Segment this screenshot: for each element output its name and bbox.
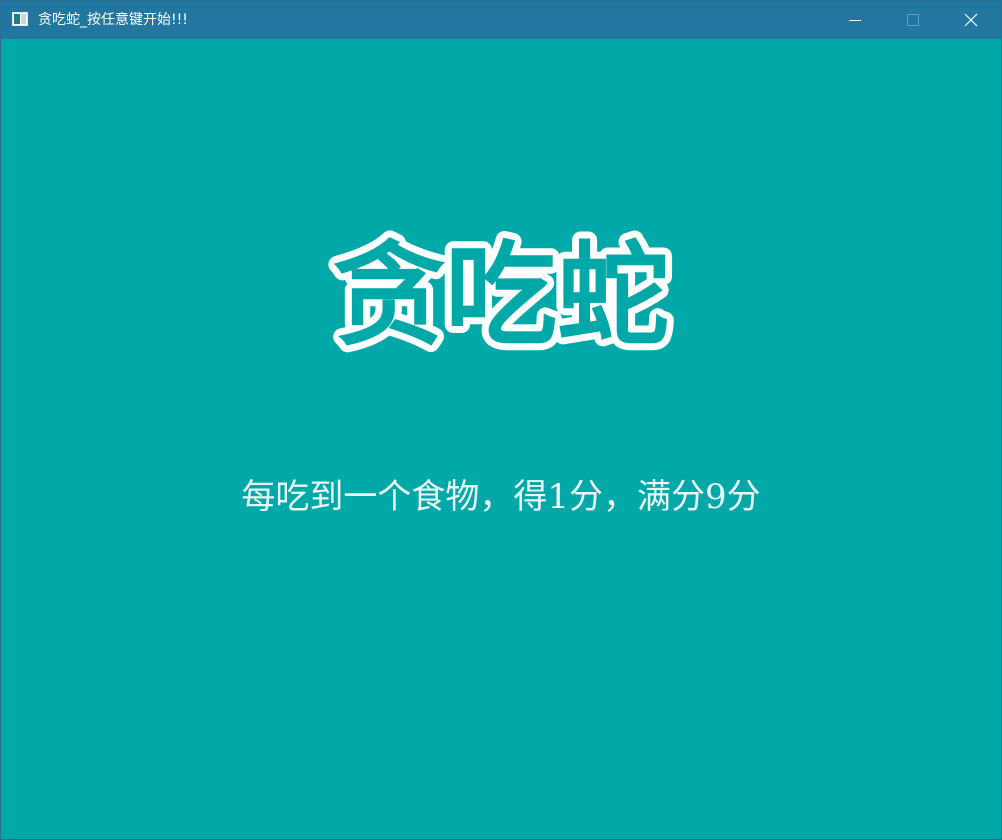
close-icon [964, 13, 978, 27]
window-title: 贪吃蛇_按任意键开始!!! [38, 12, 188, 28]
minimize-icon [849, 20, 861, 21]
game-logo-fill: 贪吃蛇 [333, 231, 669, 359]
minimize-button[interactable] [826, 1, 884, 39]
title-bar[interactable]: 贪吃蛇_按任意键开始!!! [1, 1, 1001, 39]
game-area[interactable]: 贪吃蛇 贪吃蛇 每吃到一个食物，得1分，满分9分 [1, 39, 1001, 839]
game-window: 贪吃蛇_按任意键开始!!! 贪吃蛇 贪吃蛇 每吃到一个食物，得1分，满分9分 [0, 0, 1002, 840]
maximize-icon [907, 14, 919, 26]
game-logo: 贪吃蛇 贪吃蛇 [326, 224, 676, 359]
close-button[interactable] [942, 1, 1000, 39]
instructions-text: 每吃到一个食物，得1分，满分9分 [241, 477, 761, 517]
maximize-button[interactable] [884, 1, 942, 39]
app-window-icon [12, 12, 28, 26]
